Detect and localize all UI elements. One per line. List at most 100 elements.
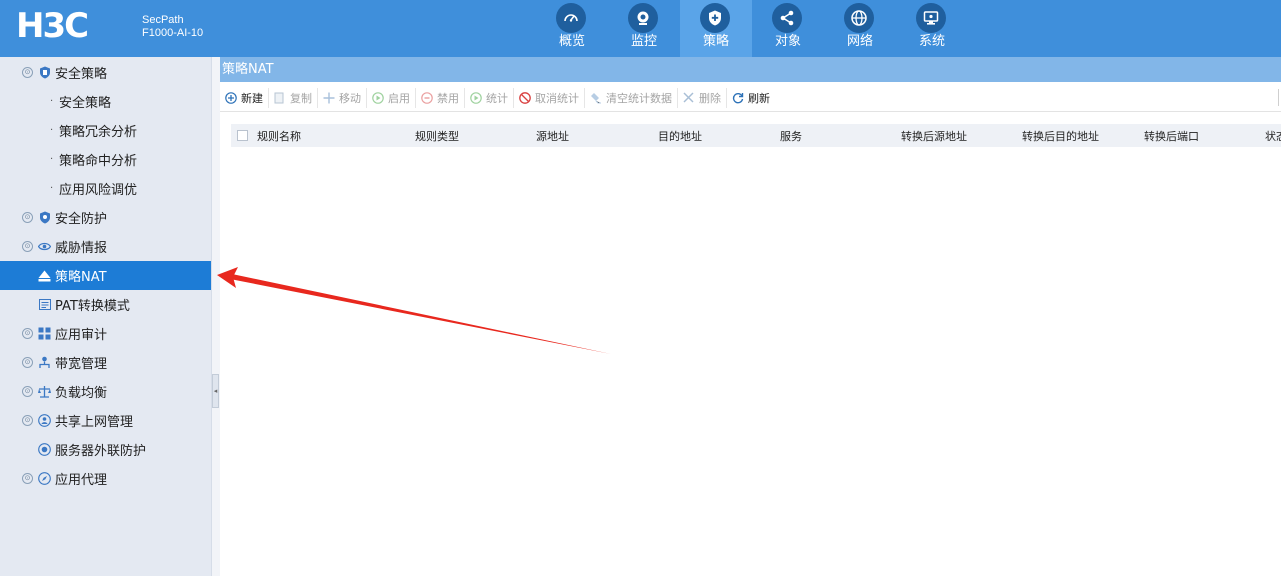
shield-icon bbox=[38, 66, 51, 79]
expand-toggle-icon[interactable]: ⊙ bbox=[22, 357, 33, 368]
nav-label: 对象 bbox=[774, 34, 801, 49]
new-button[interactable]: 新建 bbox=[220, 87, 269, 108]
play-circle-icon bbox=[371, 91, 384, 104]
shield-plus-icon bbox=[700, 3, 730, 33]
server-protect-icon bbox=[38, 443, 51, 456]
nav-tab-objects[interactable]: 对象 bbox=[752, 0, 824, 57]
nav-tab-monitor[interactable]: 监控 bbox=[608, 0, 680, 57]
sidebar: ⊙ 安全策略 · 安全策略 · 策略冗余分析 · 策略命中分析 · 应用风险调优… bbox=[0, 57, 211, 576]
nav-tab-policy[interactable]: 策略 bbox=[680, 0, 752, 57]
nav-tab-overview[interactable]: 概览 bbox=[536, 0, 608, 57]
expand-toggle-icon[interactable]: ⊙ bbox=[22, 473, 33, 484]
toolbar-label: 移动 bbox=[339, 91, 361, 105]
minus-circle-icon bbox=[420, 91, 433, 104]
table-header: 规则名称 规则类型 源地址 目的地址 服务 转换后源地址 转换后目的地址 转换后… bbox=[231, 124, 1281, 147]
copy-icon bbox=[273, 91, 286, 104]
expand-toggle-icon[interactable]: ⊙ bbox=[22, 212, 33, 223]
sidebar-subitem-redundancy-analysis[interactable]: · 策略冗余分析 bbox=[0, 116, 211, 145]
sidebar-item-bandwidth[interactable]: ⊙ 带宽管理 bbox=[0, 348, 211, 377]
nat-icon bbox=[38, 269, 51, 282]
product-model-number: F1000-AI-10 bbox=[142, 27, 204, 39]
select-all-checkbox[interactable] bbox=[237, 130, 248, 141]
shared-users-icon bbox=[38, 414, 51, 427]
collapse-sidebar-handle[interactable]: ◂ bbox=[212, 374, 219, 408]
top-header: H3C SecPath F1000-AI-10 概览 监控 策略 对象 网络 系… bbox=[0, 0, 1281, 57]
column-header-destination-address[interactable]: 目的地址 bbox=[658, 128, 702, 144]
sidebar-item-pat-mode[interactable]: PAT转换模式 bbox=[0, 290, 211, 319]
delete-button[interactable]: 删除 bbox=[678, 87, 727, 108]
product-model: SecPath F1000-AI-10 bbox=[142, 14, 203, 40]
sidebar-item-label: 负载均衡 bbox=[55, 386, 108, 401]
sidebar-item-label: 安全策略 bbox=[55, 67, 108, 82]
expand-toggle-icon[interactable]: ⊙ bbox=[22, 241, 33, 252]
sidebar-item-app-audit[interactable]: ⊙ 应用审计 bbox=[0, 319, 211, 348]
sidebar-subitem-app-risk-tuning[interactable]: · 应用风险调优 bbox=[0, 174, 211, 203]
column-header-translated-source[interactable]: 转换后源地址 bbox=[901, 128, 967, 144]
bullet-dot-icon: · bbox=[50, 154, 54, 165]
sidebar-item-server-outbound[interactable]: 服务器外联防护 bbox=[0, 435, 211, 464]
column-header-service[interactable]: 服务 bbox=[780, 128, 802, 144]
cancel-statistics-button[interactable]: 取消统计 bbox=[514, 87, 585, 108]
toolbar-label: 统计 bbox=[486, 91, 508, 105]
sidebar-item-label: 安全防护 bbox=[55, 212, 108, 227]
collapse-toggle-icon[interactable]: ⊙ bbox=[22, 67, 33, 78]
sidebar-item-app-proxy[interactable]: ⊙ 应用代理 bbox=[0, 464, 211, 493]
disable-button[interactable]: 禁用 bbox=[416, 87, 465, 108]
move-icon bbox=[322, 91, 335, 104]
clear-statistics-button[interactable]: 清空统计数据 bbox=[585, 87, 678, 108]
brand-logo: H3C bbox=[16, 6, 89, 46]
bullet-dot-icon: · bbox=[50, 96, 54, 107]
column-header-translated-destination[interactable]: 转换后目的地址 bbox=[1022, 128, 1099, 144]
org-tree-icon bbox=[38, 356, 51, 369]
nav-tab-system[interactable]: 系统 bbox=[896, 0, 968, 57]
sidebar-item-shared-internet[interactable]: ⊙ 共享上网管理 bbox=[0, 406, 211, 435]
sidebar-item-security-policy-group[interactable]: ⊙ 安全策略 bbox=[0, 58, 211, 87]
close-icon bbox=[682, 91, 695, 104]
move-button[interactable]: 移动 bbox=[318, 87, 367, 108]
column-header-rule-type[interactable]: 规则类型 bbox=[415, 128, 459, 144]
refresh-button[interactable]: 刷新 bbox=[727, 88, 775, 108]
expand-toggle-icon[interactable]: ⊙ bbox=[22, 415, 33, 426]
expand-toggle-icon[interactable]: ⊙ bbox=[22, 328, 33, 339]
toolbar: 新建 复制 移动 启用 禁用 统计 取消统计 清空统计数据 删除 刷新 bbox=[220, 84, 1281, 112]
balance-icon bbox=[38, 385, 51, 398]
main-content: 策略NAT 新建 复制 移动 启用 禁用 统计 取消统计 清空统计数据 删除 刷… bbox=[220, 57, 1281, 576]
eraser-icon bbox=[589, 91, 602, 104]
sidebar-item-label: 策略命中分析 bbox=[59, 154, 138, 169]
sidebar-item-label: 策略NAT bbox=[55, 270, 107, 285]
statistics-button[interactable]: 统计 bbox=[465, 87, 514, 108]
sidebar-item-label: 安全策略 bbox=[59, 96, 112, 111]
expand-toggle-icon[interactable]: ⊙ bbox=[22, 386, 33, 397]
sidebar-item-label: 服务器外联防护 bbox=[55, 444, 147, 459]
toolbar-label: 刷新 bbox=[748, 91, 770, 105]
globe-icon bbox=[844, 3, 874, 33]
enable-button[interactable]: 启用 bbox=[367, 87, 416, 108]
eye-icon bbox=[38, 240, 51, 253]
share-nodes-icon bbox=[772, 3, 802, 33]
column-header-source-address[interactable]: 源地址 bbox=[536, 128, 569, 144]
column-header-rule-name[interactable]: 规则名称 bbox=[257, 128, 301, 144]
sidebar-item-security-protection[interactable]: ⊙ 安全防护 bbox=[0, 203, 211, 232]
sidebar-item-label: 共享上网管理 bbox=[55, 415, 134, 430]
gauge-icon bbox=[556, 3, 586, 33]
pat-icon bbox=[38, 298, 51, 311]
nav-tab-network[interactable]: 网络 bbox=[824, 0, 896, 57]
sidebar-subitem-hit-analysis[interactable]: · 策略命中分析 bbox=[0, 145, 211, 174]
toolbar-label: 取消统计 bbox=[535, 91, 579, 105]
logo-text: H3C bbox=[16, 6, 89, 46]
sidebar-item-load-balance[interactable]: ⊙ 负载均衡 bbox=[0, 377, 211, 406]
sidebar-subitem-security-policy[interactable]: · 安全策略 bbox=[0, 87, 211, 116]
refresh-icon bbox=[731, 91, 744, 104]
compass-icon bbox=[38, 472, 51, 485]
nav-label: 系统 bbox=[918, 34, 945, 49]
sidebar-item-policy-nat[interactable]: 策略NAT bbox=[0, 261, 211, 290]
sidebar-item-threat-intel[interactable]: ⊙ 威胁情报 bbox=[0, 232, 211, 261]
nav-label: 概览 bbox=[558, 34, 585, 49]
add-circle-icon bbox=[224, 91, 237, 104]
play-circle-icon bbox=[469, 91, 482, 104]
shield-icon bbox=[38, 211, 51, 224]
copy-button[interactable]: 复制 bbox=[269, 87, 318, 108]
column-header-status[interactable]: 状态 bbox=[1265, 128, 1281, 144]
column-header-translated-port[interactable]: 转换后端口 bbox=[1144, 128, 1199, 144]
nav-label: 网络 bbox=[846, 34, 873, 49]
